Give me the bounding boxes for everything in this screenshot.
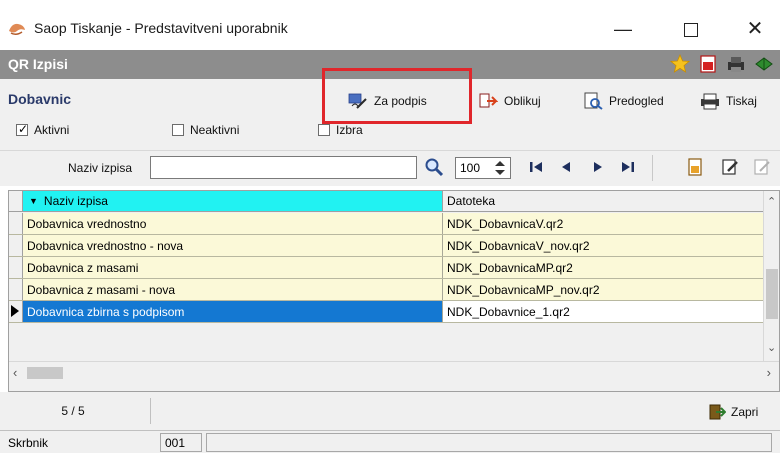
first-record-icon[interactable]: [528, 159, 544, 175]
zapri-button[interactable]: Zapri: [708, 404, 758, 420]
zapri-label: Zapri: [731, 405, 759, 419]
table-row[interactable]: Dobavnica z masami NDK_DobavnicaMP.qr2: [9, 257, 765, 279]
oblikuj-label: Oblikuj: [504, 94, 541, 108]
oblikuj-button[interactable]: Oblikuj: [478, 92, 541, 110]
status-panel: [206, 433, 772, 452]
footer-separator: [150, 398, 151, 424]
row-indicator: [9, 213, 23, 234]
tiskaj-button[interactable]: Tiskaj: [700, 92, 757, 110]
table-row[interactable]: Dobavnica vrednostno NDK_DobavnicaV.qr2: [9, 213, 765, 235]
neaktivni-label: Neaktivni: [190, 123, 240, 137]
book-icon[interactable]: [754, 54, 774, 74]
section-title: Dobavnic: [8, 91, 72, 107]
window-title: Saop Tiskanje - Predstavitveni uporabnik: [34, 20, 288, 36]
scroll-down-icon[interactable]: ⌄: [767, 341, 776, 354]
delete-record-icon[interactable]: [752, 157, 772, 177]
cell-naziv: Dobavnica vrednostno - nova: [23, 235, 443, 256]
checkbox-box: [16, 122, 28, 136]
cell-naziv: Dobavnica vrednostno: [23, 213, 443, 234]
scroll-left-icon[interactable]: ‹: [13, 365, 17, 380]
highlight-box: [322, 68, 472, 124]
close-window-button[interactable]: ✕: [740, 14, 770, 44]
print-icon: [701, 93, 719, 110]
new-record-icon[interactable]: [685, 157, 705, 177]
last-record-icon[interactable]: [620, 159, 636, 175]
sort-desc-icon: ▼: [29, 196, 38, 206]
row-indicator-header: [9, 191, 23, 211]
row-indicator: [9, 301, 23, 322]
status-bar: Skrbnik 001: [0, 430, 780, 453]
table-row[interactable]: Dobavnica vrednostno - nova NDK_Dobavnic…: [9, 235, 765, 257]
search-icon[interactable]: [424, 157, 444, 177]
next-record-icon[interactable]: [590, 159, 606, 175]
checkbox-box: [318, 124, 330, 136]
predogled-label: Predogled: [609, 94, 664, 108]
grid-header: ▼ Naziv izpisa Datoteka: [9, 191, 765, 212]
status-user: Skrbnik: [8, 436, 49, 450]
cell-naziv: Dobavnica z masami - nova: [23, 279, 443, 300]
search-label: Naziv izpisa: [68, 161, 133, 175]
aktivni-label: Aktivni: [34, 123, 70, 137]
record-counter: 5 / 5: [61, 404, 85, 418]
izbrani-checkbox[interactable]: Izbra: [318, 123, 363, 137]
previous-record-icon[interactable]: [558, 159, 574, 175]
cell-datoteka: NDK_DobavnicaMP.qr2: [443, 257, 765, 278]
aktivni-checkbox[interactable]: Aktivni: [16, 122, 70, 137]
vertical-scrollbar[interactable]: ⌃ ⌄: [763, 191, 779, 361]
checkbox-box: [172, 124, 184, 136]
cell-datoteka: NDK_DobavnicaV_nov.qr2: [443, 235, 765, 256]
design-icon: [479, 93, 498, 108]
row-indicator: [9, 279, 23, 300]
scroll-right-icon[interactable]: ›: [767, 365, 771, 380]
toolbar-separator: [652, 155, 653, 181]
status-code: 001: [160, 433, 202, 452]
minimize-button[interactable]: —: [608, 14, 638, 44]
row-indicator: [9, 235, 23, 256]
printer-icon[interactable]: [726, 54, 746, 74]
column-label-naziv: Naziv izpisa: [43, 194, 108, 208]
cell-datoteka: NDK_DobavnicaMP_nov.qr2: [443, 279, 765, 300]
app-icon: [9, 23, 25, 36]
column-header-naziv[interactable]: ▼ Naziv izpisa: [23, 191, 443, 211]
izbrani-label: Izbra: [336, 123, 363, 137]
cell-naziv: Dobavnica zbirna s podpisom: [23, 301, 443, 322]
tiskaj-label: Tiskaj: [726, 94, 757, 108]
reports-grid[interactable]: ▼ Naziv izpisa Datoteka Dobavnica vredno…: [8, 190, 780, 392]
cell-datoteka: NDK_DobavnicaV.qr2: [443, 213, 765, 234]
cell-datoteka: NDK_Dobavnice_1.qr2: [443, 301, 765, 322]
edit-record-icon[interactable]: [720, 157, 740, 177]
pdf-icon[interactable]: [698, 54, 718, 74]
cell-naziv: Dobavnica z masami: [23, 257, 443, 278]
module-title: QR Izpisi: [8, 56, 68, 72]
column-header-datoteka[interactable]: Datoteka: [443, 191, 765, 211]
table-row-selected[interactable]: Dobavnica zbirna s podpisom NDK_Dobavnic…: [9, 301, 765, 323]
footer: 5 / 5 Zapri: [0, 392, 780, 430]
table-row[interactable]: Dobavnica z masami - nova NDK_DobavnicaM…: [9, 279, 765, 301]
maximize-icon: [684, 23, 698, 37]
limit-value: 100: [460, 161, 481, 175]
neaktivni-checkbox[interactable]: Neaktivni: [172, 123, 239, 137]
favorite-star-icon[interactable]: [670, 54, 690, 74]
search-row: Naziv izpisa 100: [0, 150, 780, 186]
title-bar: Saop Tiskanje - Predstavitveni uporabnik…: [0, 0, 780, 50]
vertical-scroll-thumb[interactable]: [766, 269, 778, 319]
row-indicator: [9, 257, 23, 278]
predogled-button[interactable]: Predogled: [583, 92, 664, 110]
preview-icon: [584, 92, 603, 110]
horizontal-scrollbar[interactable]: ‹ ›: [9, 361, 779, 383]
current-row-icon: [11, 305, 19, 317]
limit-stepper[interactable]: 100: [455, 157, 511, 179]
exit-door-icon: [709, 404, 726, 420]
horizontal-scroll-thumb[interactable]: [27, 367, 63, 379]
scroll-up-icon[interactable]: ⌃: [767, 195, 776, 208]
spin-arrows-icon[interactable]: [492, 160, 508, 176]
maximize-button[interactable]: [676, 14, 706, 44]
search-input[interactable]: [150, 156, 417, 179]
